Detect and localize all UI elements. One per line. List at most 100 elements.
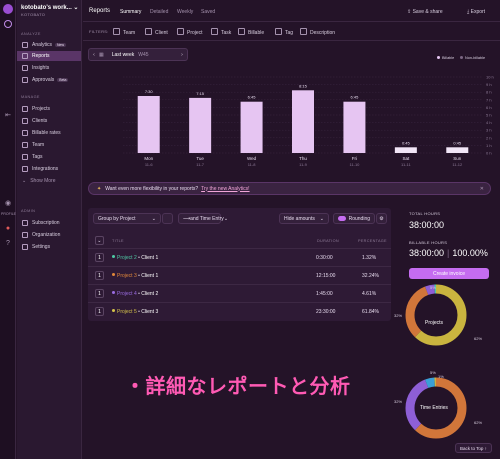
prev-week-icon[interactable]: ‹: [89, 52, 99, 58]
bar: [343, 101, 366, 153]
section-admin: ADMIN: [21, 209, 36, 213]
sidebar-item-integrations[interactable]: Integrations: [17, 164, 81, 174]
back-to-top-button[interactable]: Back to Top ↑: [455, 443, 492, 453]
new-badge: New: [55, 43, 67, 47]
sidebar-item-reports[interactable]: Reports: [17, 51, 81, 61]
chevron-down-icon: ⌄: [223, 215, 229, 222]
table-row[interactable]: 1 Project 2 • Client 1 0:30:00 1.32%: [88, 248, 391, 266]
row-percentage: 61.84%: [362, 309, 379, 315]
sidebar: kotobato's work... ⌄ KOTOBATO ANALYZE An…: [17, 0, 82, 459]
expand-all-icon[interactable]: ⌄: [95, 236, 104, 245]
filter-project[interactable]: Project: [177, 28, 203, 36]
filter-task[interactable]: Task: [211, 28, 231, 36]
y-tick-label: 10 h: [486, 75, 494, 80]
row-percentage: 1.32%: [362, 255, 377, 261]
row-count[interactable]: 1: [95, 307, 104, 316]
approvals-icon: [22, 77, 28, 83]
col-title[interactable]: TITLE: [112, 239, 124, 243]
bar: [137, 96, 160, 153]
help-icon[interactable]: ?: [4, 240, 12, 247]
profile-label: PROFILE: [1, 212, 16, 216]
group-by-select[interactable]: Group by Project ⌄: [93, 213, 161, 224]
rounding-settings-button[interactable]: ⚙: [376, 213, 387, 224]
filter-tag[interactable]: Tag: [275, 28, 293, 36]
sidebar-item-clients[interactable]: Clients: [17, 116, 81, 126]
y-tick-label: 8 h: [486, 90, 492, 95]
integrations-icon: [22, 166, 28, 172]
beta-badge: Beta: [57, 78, 69, 82]
row-count[interactable]: 1: [95, 253, 104, 262]
sidebar-show-more[interactable]: ⌄ Show More: [17, 176, 81, 186]
next-week-icon[interactable]: ›: [177, 52, 187, 58]
timer-icon[interactable]: [4, 20, 12, 28]
sidebar-item-billable-rates[interactable]: Billable rates: [17, 128, 81, 138]
row-count[interactable]: 1: [95, 271, 104, 280]
slice-label: 1%: [438, 374, 444, 379]
sidebar-item-organization[interactable]: Organization: [17, 230, 81, 240]
calendar-icon: ▦: [99, 51, 104, 58]
col-percentage[interactable]: PERCENTAGE: [358, 239, 387, 243]
filter-team[interactable]: Team: [113, 28, 135, 36]
team-icon: [22, 142, 28, 148]
billable-percent: 100.00%: [452, 248, 488, 258]
table-row[interactable]: 1 Project 3 • Client 1 12:15:00 32.24%: [88, 266, 391, 284]
hide-amounts-select[interactable]: Hide amounts ⌄: [279, 213, 329, 224]
workspace-name[interactable]: kotobato's work... ⌄: [21, 4, 78, 11]
save-share-button[interactable]: ⇪ Save & share: [407, 9, 443, 15]
notification-icon[interactable]: ●: [4, 225, 12, 232]
app-logo-icon[interactable]: [3, 4, 13, 14]
sidebar-item-projects[interactable]: Projects: [17, 104, 81, 114]
bar: [292, 90, 314, 153]
y-tick-label: 7 h: [486, 97, 492, 102]
row-duration: 12:15:00: [316, 273, 336, 279]
filter-client[interactable]: Client: [145, 28, 168, 36]
sidebar-item-analytics[interactable]: Analytics New: [17, 40, 81, 50]
tab-detailed[interactable]: Detailed: [150, 9, 168, 15]
x-date-label: 11-7: [196, 162, 204, 167]
date-range-picker[interactable]: ‹ ▦ Last week W45 ›: [88, 48, 188, 61]
subgroup-select[interactable]: ⟶ and Time Entry ⌄: [178, 213, 228, 224]
promo-link[interactable]: Try the new Analytics!: [201, 186, 249, 192]
filter-description[interactable]: Description: [300, 28, 335, 36]
tab-weekly[interactable]: Weekly: [177, 9, 193, 15]
x-tick-label: Thu: [299, 156, 307, 161]
x-tick-label: Mon: [144, 156, 153, 161]
bar: [394, 147, 417, 153]
project-name: Project 4: [117, 291, 137, 297]
table-row[interactable]: 1 Project 4 • Client 2 1:45:00 4.61%: [88, 284, 391, 302]
y-tick-label: 0 h: [486, 151, 492, 156]
row-count[interactable]: 1: [95, 289, 104, 298]
client-name: Client 3: [141, 309, 159, 315]
section-manage: MANAGE: [21, 95, 40, 99]
hours-bar-chart: 10 h 9 h 8 h 7 h 6 h 5 h 4 h 3 h 2 h 1 h 0 h 7:30 Mo…: [123, 75, 494, 167]
filters-label: FILTERS:: [89, 29, 109, 34]
donut-label-time-entries: Time Entries: [420, 405, 448, 411]
client-name: Client 1: [141, 273, 159, 279]
profile-icon[interactable]: ◉: [4, 200, 12, 207]
sidebar-item-approvals[interactable]: Approvals Beta: [17, 75, 81, 85]
sidebar-item-settings[interactable]: Settings: [17, 242, 81, 252]
rounding-toggle[interactable]: Rounding: [333, 213, 375, 224]
sidebar-item-tags[interactable]: Tags: [17, 152, 81, 162]
arrow-icon: ⟶: [183, 215, 191, 222]
x-date-label: 11-11: [401, 162, 411, 167]
sidebar-item-insights[interactable]: Insights: [17, 63, 81, 73]
collapse-icon[interactable]: ⇤: [4, 112, 12, 119]
report-table-panel: Group by Project ⌄ ⟶ and Time Entry ⌄ Hide…: [88, 208, 391, 321]
project-color-dot: [112, 255, 115, 258]
tab-saved[interactable]: Saved: [201, 9, 215, 15]
filter-billable[interactable]: Billable: [238, 28, 264, 36]
toggle-switch[interactable]: [338, 216, 346, 221]
tab-summary[interactable]: Summary: [120, 9, 141, 15]
create-invoice-button[interactable]: Create invoice: [409, 268, 489, 279]
bar-value-label: 7:30: [145, 89, 154, 94]
sidebar-item-subscription[interactable]: Subscription: [17, 218, 81, 228]
insights-icon: [22, 65, 28, 71]
col-duration[interactable]: DURATION: [317, 239, 339, 243]
table-row[interactable]: 1 Project 5 • Client 3 23:30:00 61.84%: [88, 302, 391, 320]
export-button[interactable]: ⤓ Export: [467, 9, 485, 15]
sidebar-item-team[interactable]: Team: [17, 140, 81, 150]
group-by-add-button[interactable]: [162, 213, 173, 224]
clients-icon: [22, 118, 28, 124]
close-icon[interactable]: ✕: [480, 186, 484, 192]
